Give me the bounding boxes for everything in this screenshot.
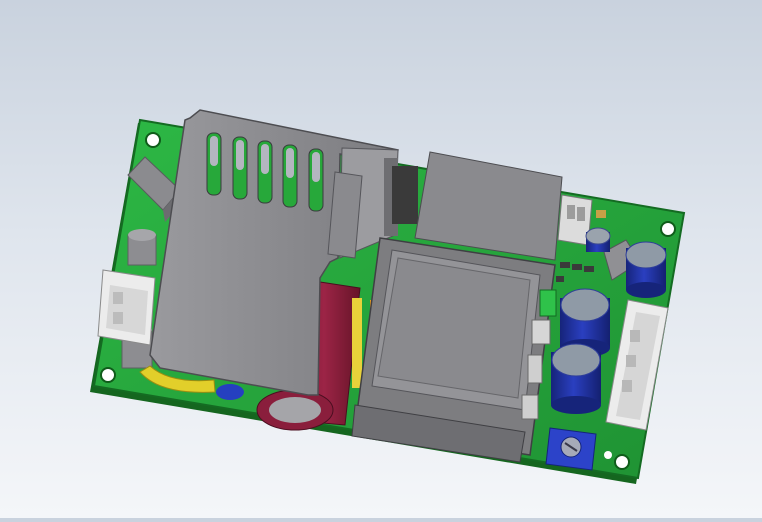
switching-transistor <box>392 166 418 224</box>
connector-icon <box>97 269 156 346</box>
pcb-3d-render <box>90 109 686 484</box>
small-blue-capacitor <box>216 384 244 400</box>
trimmer-potentiometer-icon <box>545 427 597 471</box>
smd-resistor <box>596 210 606 218</box>
render-viewport <box>0 0 762 518</box>
